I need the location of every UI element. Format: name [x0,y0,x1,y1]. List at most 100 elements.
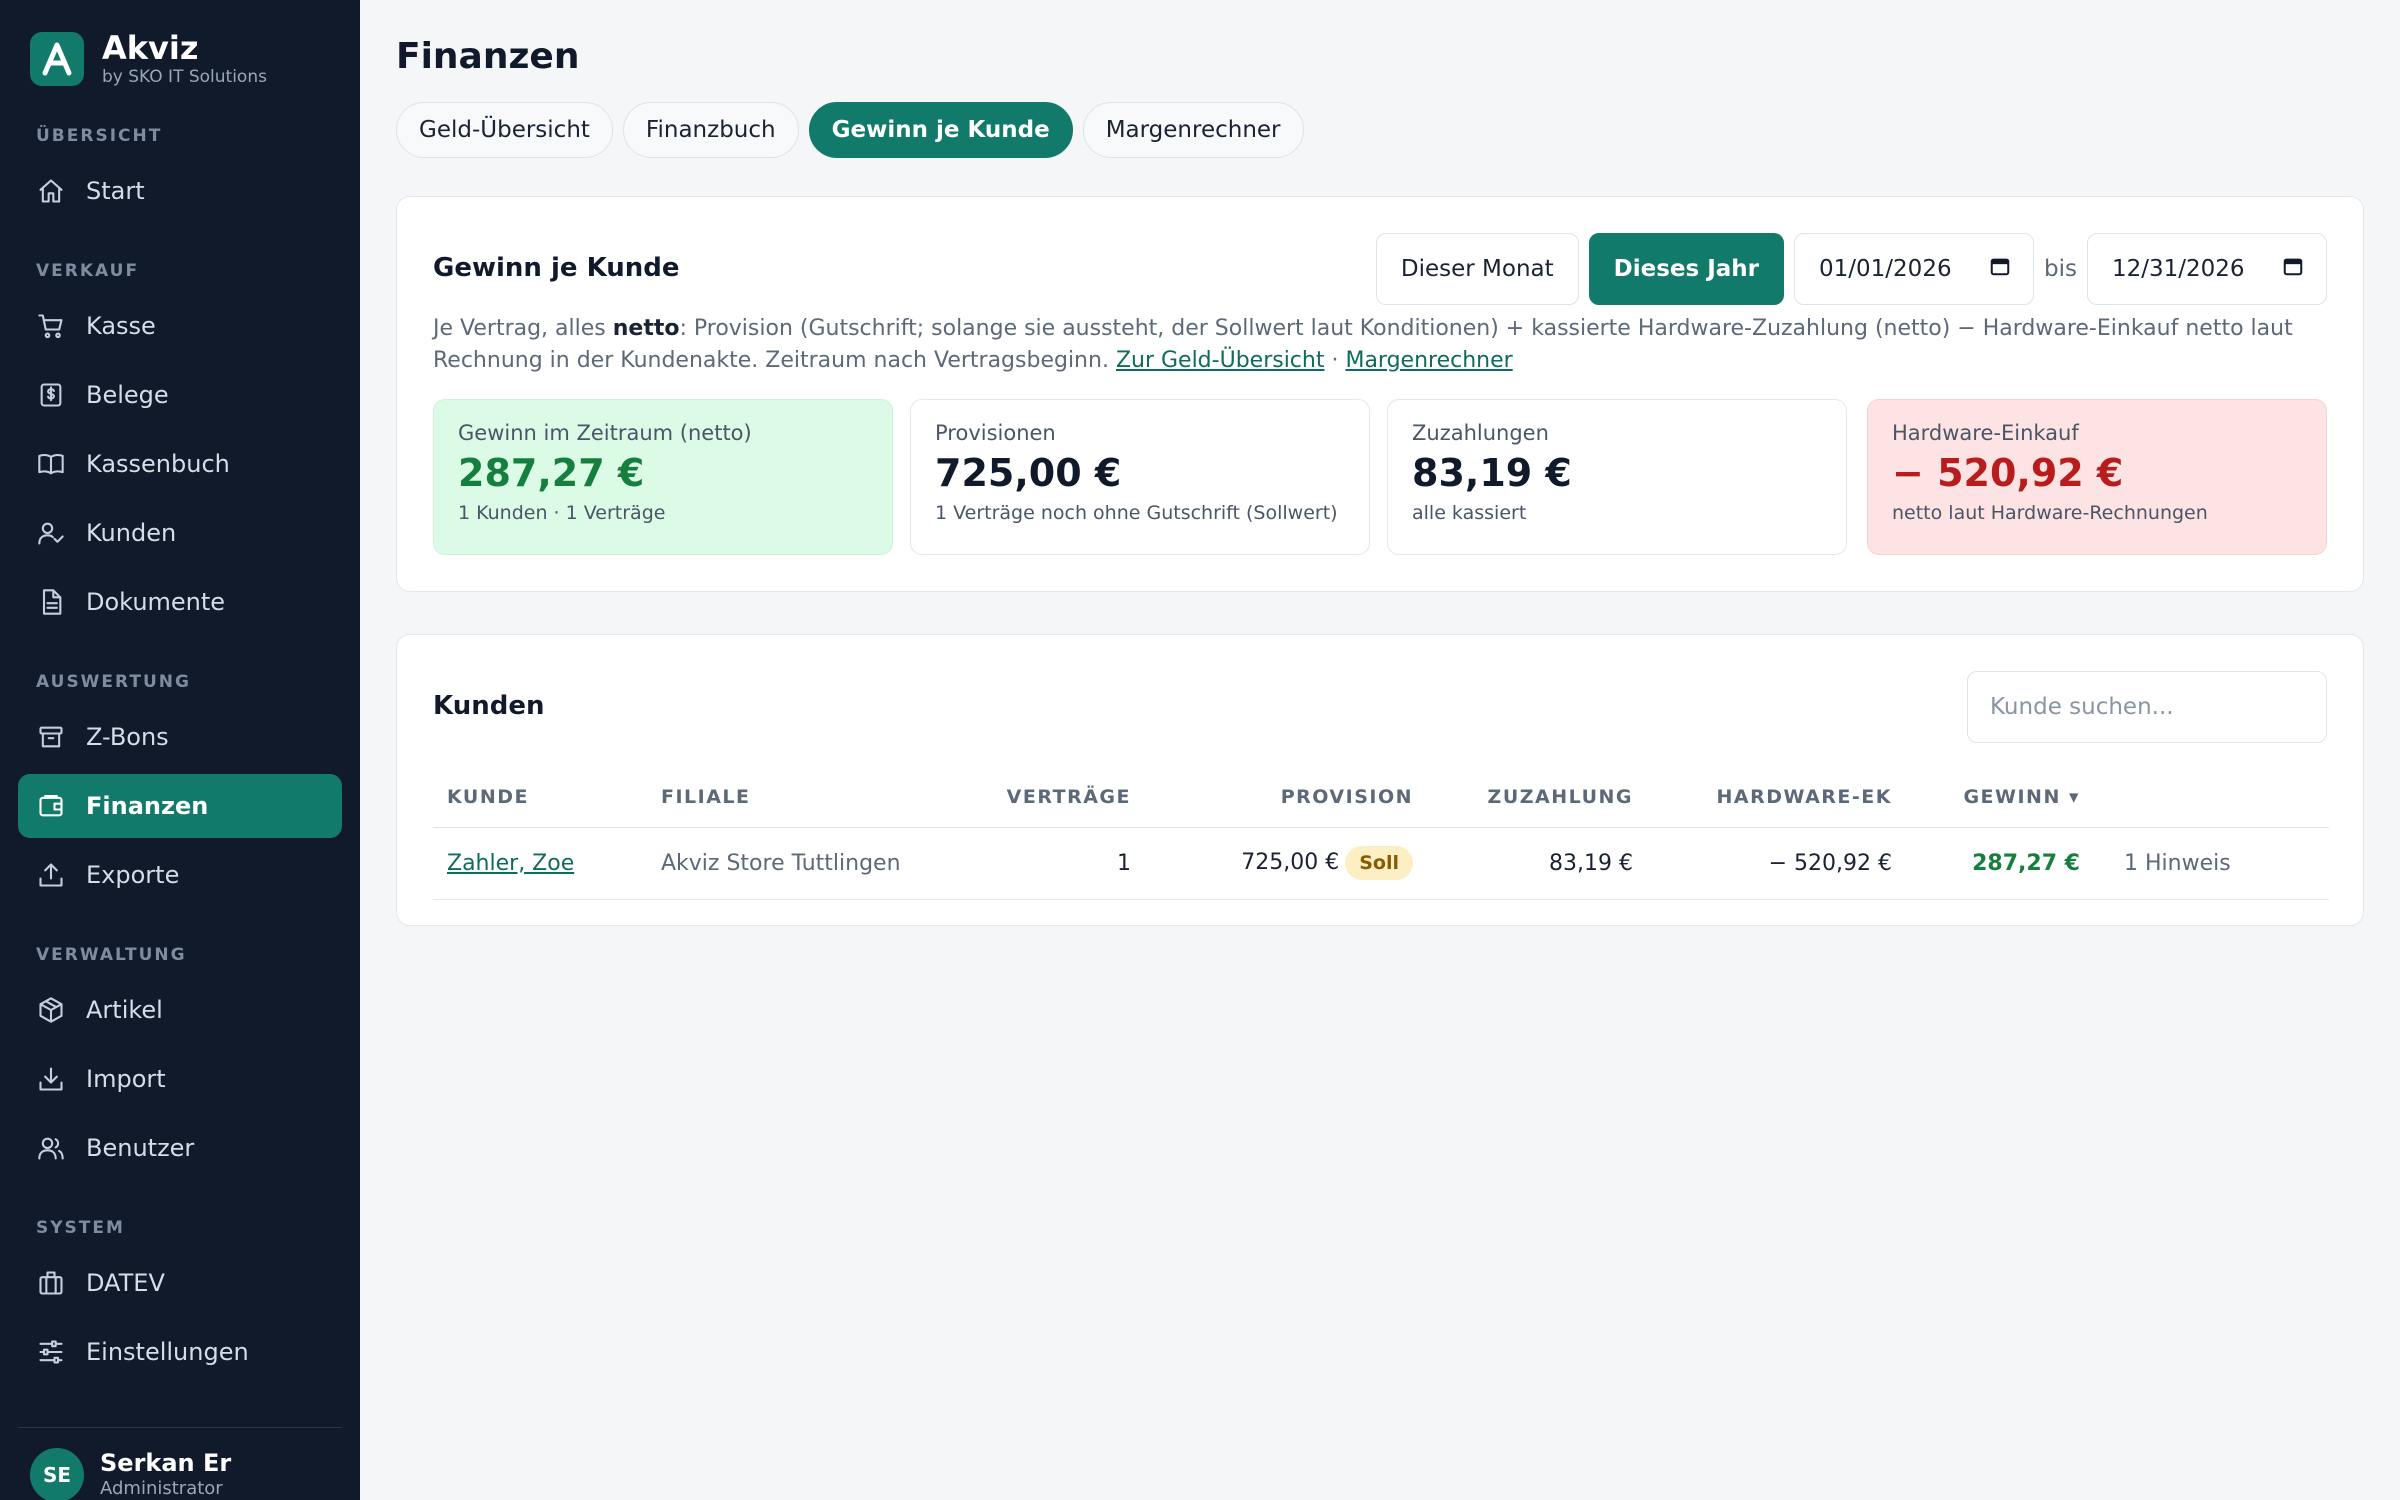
date-from-value: 01/01/2026 [1819,256,1952,282]
brand-subtitle: by SKO IT Solutions [102,67,267,87]
customer-search-input[interactable] [1967,671,2327,743]
desc-bold: netto [612,316,680,341]
col-header-gewinn[interactable]: GEWINN ▾ [1906,767,2094,828]
sidebar-item-exporte[interactable]: Exporte [18,843,342,907]
cell-hardware-ek: − 520,92 € [1647,827,1906,900]
sidebar-item-label: Import [86,1065,166,1093]
calendar-icon[interactable] [2282,255,2304,283]
date-to-value: 12/31/2026 [2112,256,2245,282]
link-margenrechner[interactable]: Margenrechner [1345,348,1512,373]
sidebar-item-label: Dokumente [86,588,226,616]
upload-icon [36,860,66,890]
table-row: Zahler, Zoe Akviz Store Tuttlingen 1 725… [433,827,2329,900]
sidebar-item-kassenbuch[interactable]: Kassenbuch [18,432,342,496]
home-icon [36,176,66,206]
col-header-provision[interactable]: PROVISION [1145,767,1427,828]
user-name: Serkan Er [100,1449,232,1477]
date-from-input[interactable]: 01/01/2026 [1794,233,2035,305]
filter-this-year-button[interactable]: Dieses Jahr [1588,233,1785,305]
calendar-icon[interactable] [1989,255,2011,283]
sidebar-item-kasse[interactable]: Kasse [18,294,342,358]
stat-zuzahlungen: Zuzahlungen 83,19 € alle kassiert [1387,399,1847,555]
col-header-kunde[interactable]: KUNDE [433,767,647,828]
desc-text: Je Vertrag, alles [433,316,613,341]
customer-link[interactable]: Zahler, Zoe [447,851,574,876]
stat-gewinn: Gewinn im Zeitraum (netto) 287,27 € 1 Ku… [433,399,893,555]
customers-card: Kunden KUNDE FILIALE VERTRÄGE PROVISION … [396,634,2364,926]
sidebar-item-label: Einstellungen [86,1338,249,1366]
period-filters: Dieser Monat Dieses Jahr 01/01/2026 bis … [1366,233,2327,305]
customers-table: KUNDE FILIALE VERTRÄGE PROVISION ZUZAHLU… [433,767,2329,900]
sidebar-item-label: Z-Bons [86,723,169,751]
stat-value: 287,27 € [458,451,645,495]
sidebar-item-artikel[interactable]: Artikel [18,978,342,1042]
archive-icon [36,722,66,752]
nav-section-uebersicht: ÜBERSICHT [36,126,163,146]
sidebar-item-kunden[interactable]: Kunden [18,501,342,565]
cell-filiale: Akviz Store Tuttlingen [647,827,947,900]
status-badge: Soll [1345,846,1413,880]
sidebar-item-einstellungen[interactable]: Einstellungen [18,1320,342,1384]
col-header-hardware-ek[interactable]: HARDWARE-EK [1647,767,1906,828]
nav-section-verkauf: VERKAUF [36,261,140,281]
sidebar-item-dokumente[interactable]: Dokumente [18,570,342,634]
brand-name: Akviz [102,29,199,67]
sidebar-item-finanzen[interactable]: Finanzen [18,774,342,838]
book-icon [36,449,66,479]
sidebar-item-label: Start [86,177,145,205]
stat-sub: 1 Kunden · 1 Verträge [458,502,666,524]
tab-finanzbuch[interactable]: Finanzbuch [622,102,799,158]
provision-value: 725,00 € [1241,850,1340,875]
cell-gewinn: 287,27 € [1906,827,2094,900]
main-content: Finanzen Geld-Übersicht Finanzbuch Gewin… [360,0,2400,1500]
cell-hinweis[interactable]: 1 Hinweis [2094,827,2329,900]
col-header-filiale[interactable]: FILIALE [647,767,947,828]
sidebar-item-benutzer[interactable]: Benutzer [18,1116,342,1180]
nav-section-verwaltung: VERWALTUNG [36,945,187,965]
profit-description: Je Vertrag, alles netto: Provision (Guts… [433,313,2333,377]
sidebar-item-import[interactable]: Import [18,1047,342,1111]
sidebar-item-belege[interactable]: Belege [18,363,342,427]
building-icon [36,1268,66,1298]
sidebar-item-label: Kunden [86,519,177,547]
sliders-icon [36,1337,66,1367]
sidebar-item-label: DATEV [86,1269,165,1297]
filter-this-month-button[interactable]: Dieser Monat [1375,233,1579,305]
stat-value: 725,00 € [935,451,1122,495]
sidebar-item-label: Exporte [86,861,180,889]
col-header-vertraege[interactable]: VERTRÄGE [947,767,1145,828]
stat-value: 83,19 € [1412,451,1572,495]
stat-label: Gewinn im Zeitraum (netto) [458,421,752,445]
user-profile[interactable]: SE Serkan Er Administrator [30,1448,231,1500]
customers-card-title: Kunden [433,691,545,721]
sidebar-item-label: Kassenbuch [86,450,230,478]
date-range-separator: bis [2044,256,2077,282]
sidebar-item-datev[interactable]: DATEV [18,1251,342,1315]
tab-margenrechner[interactable]: Margenrechner [1082,102,1304,158]
cell-zuzahlung: 83,19 € [1427,827,1647,900]
date-to-input[interactable]: 12/31/2026 [2087,233,2327,305]
sidebar-item-label: Artikel [86,996,163,1024]
sidebar-item-z-bons[interactable]: Z-Bons [18,705,342,769]
sidebar: Akviz by SKO IT Solutions ÜBERSICHT Star… [0,0,360,1500]
user-divider [18,1427,342,1428]
sidebar-item-start[interactable]: Start [18,159,342,223]
cell-vertraege: 1 [947,827,1145,900]
desc-separator: · [1324,348,1346,373]
sidebar-item-label: Benutzer [86,1134,195,1162]
stat-label: Zuzahlungen [1412,421,1549,445]
stat-sub: alle kassiert [1412,502,1527,524]
page-title: Finanzen [396,36,580,77]
document-icon [36,587,66,617]
users-icon [36,1133,66,1163]
package-icon [36,995,66,1025]
cell-provision: 725,00 € Soll [1145,827,1427,900]
tab-geld-uebersicht[interactable]: Geld-Übersicht [396,102,613,158]
brand[interactable]: Akviz by SKO IT Solutions [30,30,267,88]
link-geld-uebersicht[interactable]: Zur Geld-Übersicht [1116,348,1325,373]
profit-card-title: Gewinn je Kunde [433,253,680,283]
tab-gewinn-je-kunde[interactable]: Gewinn je Kunde [808,102,1073,158]
avatar: SE [30,1448,84,1500]
receipt-icon [36,380,66,410]
col-header-zuzahlung[interactable]: ZUZAHLUNG [1427,767,1647,828]
